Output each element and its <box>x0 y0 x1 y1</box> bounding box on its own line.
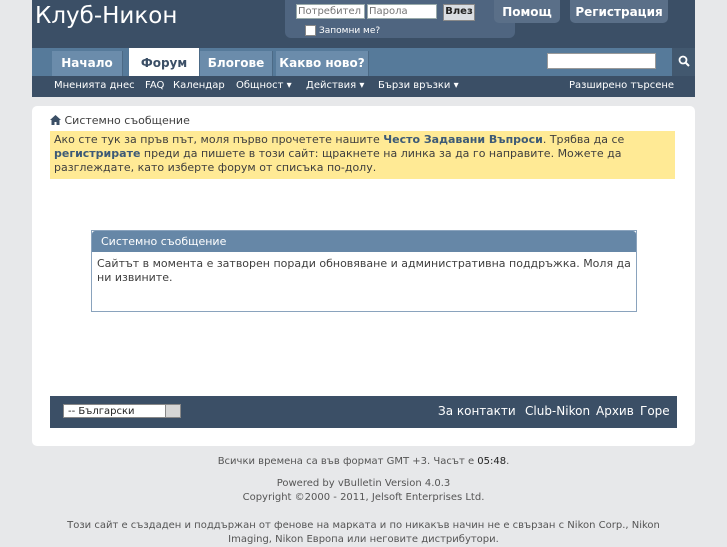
search-icon <box>678 55 690 67</box>
chevron-down-icon[interactable] <box>165 405 180 417</box>
subnav-faq[interactable]: FAQ <box>145 76 164 96</box>
tab-forum[interactable]: Форум <box>129 48 200 76</box>
powered-by: Powered by vBulletin Version 4.0.3 <box>276 478 451 489</box>
login-box: Влез Запомни ме? <box>285 0 515 38</box>
subnav-quick-links[interactable]: Бързи връзки ▾ <box>378 76 459 96</box>
login-button[interactable]: Влез <box>443 4 475 21</box>
faq-link[interactable]: Често Задавани Въпроси <box>383 133 543 146</box>
password-input[interactable] <box>367 4 437 19</box>
main-container: Системно съобщение Ако сте тук за пръв п… <box>32 106 695 446</box>
subnav-actions[interactable]: Действия ▾ <box>306 76 364 96</box>
archive-link[interactable]: Архив <box>596 404 634 418</box>
help-button[interactable]: Помощ <box>494 0 560 23</box>
timezone-line: Всички времена са във формат GMT +3. Час… <box>0 456 727 467</box>
language-select[interactable]: -- Български <box>63 404 181 418</box>
footer-bar: -- Български За контакти Club-Nikon Архи… <box>50 396 677 428</box>
club-nikon-link[interactable]: Club-Nikon <box>525 404 590 418</box>
breadcrumb-current: Системно съобщение <box>64 114 190 127</box>
subnav-community[interactable]: Общност ▾ <box>236 76 292 96</box>
remember-me[interactable]: Запомни ме? <box>305 25 380 36</box>
current-time: 05:48 <box>477 456 507 467</box>
tab-whats-new[interactable]: Какво ново? <box>276 51 369 76</box>
search-input[interactable] <box>547 53 656 69</box>
system-message-body: Сайтът в момента е затворен поради обнов… <box>97 257 631 284</box>
register-link[interactable]: регистрирате <box>54 147 140 160</box>
notice-text-2: . Трябва да се <box>542 133 625 146</box>
disclaimer: Този сайт е създаден и поддържан от фено… <box>67 520 660 545</box>
contact-link[interactable]: За контакти <box>438 404 516 418</box>
site-header: Клуб-Никон Влез Запомни ме? Помощ Регист… <box>32 0 695 50</box>
register-button[interactable]: Регистрация <box>570 0 668 23</box>
timezone-text: Всички времена са във формат GMT +3. Час… <box>217 456 475 467</box>
site-logo[interactable]: Клуб-Никон <box>35 3 177 29</box>
notice-text-3: преди да пишете в този сайт: щракнете на… <box>54 147 622 174</box>
remember-checkbox[interactable] <box>305 25 316 36</box>
breadcrumb: Системно съобщение <box>50 114 190 127</box>
home-icon[interactable] <box>50 115 61 125</box>
main-nav: Начало Форум Блогове Какво ново? <box>32 48 695 76</box>
top-link[interactable]: Горе <box>640 404 670 418</box>
tab-home[interactable]: Начало <box>52 51 123 76</box>
system-message-box: Системно съобщение Сайтът в момента е за… <box>91 230 637 312</box>
notice-text-1: Ако сте тук за пръв път, моля първо проч… <box>54 133 384 146</box>
search-button[interactable] <box>672 48 695 76</box>
copyright: Copyright ©2000 - 2011, Jelsoft Enterpri… <box>242 492 485 503</box>
time-suffix: . <box>506 456 510 467</box>
advanced-search-link[interactable]: Разширено търсене <box>569 76 674 96</box>
system-message-title: Системно съобщение <box>92 231 636 252</box>
subnav-todays-posts[interactable]: Мненията днес <box>54 76 135 96</box>
subnav-calendar[interactable]: Календар <box>173 76 225 96</box>
notice-banner: Ако сте тук за пръв път, моля първо проч… <box>50 131 675 179</box>
language-selected: -- Български <box>68 406 135 417</box>
sub-nav: Мненията днес FAQ Календар Общност ▾ Дей… <box>32 76 695 97</box>
username-input[interactable] <box>296 4 365 19</box>
remember-label: Запомни ме? <box>319 25 381 36</box>
tab-blogs[interactable]: Блогове <box>200 51 273 76</box>
